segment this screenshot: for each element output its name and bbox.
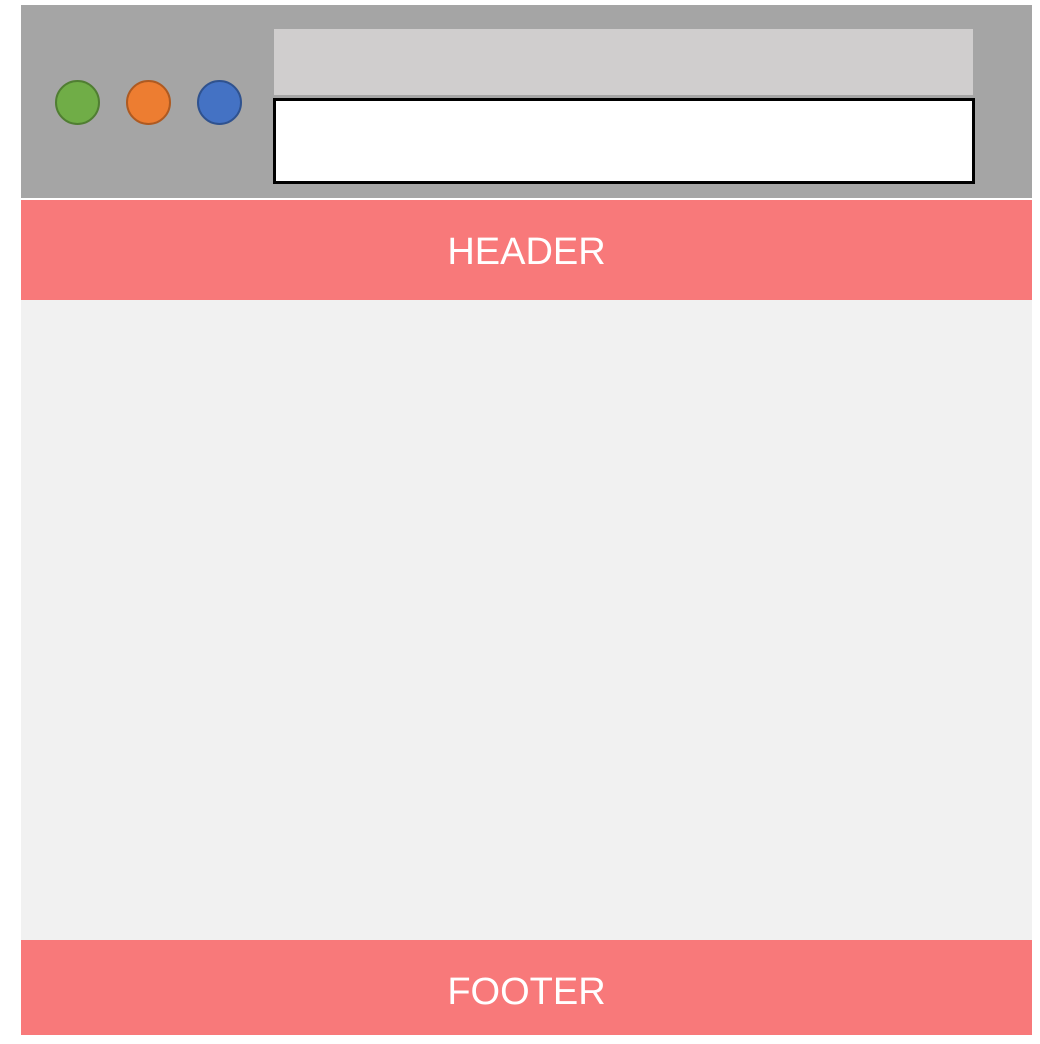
footer-label: FOOTER: [447, 971, 606, 1013]
orange-window-button[interactable]: [126, 80, 171, 125]
page-header: HEADER: [21, 200, 1032, 300]
address-bar[interactable]: [273, 98, 975, 184]
header-label: HEADER: [447, 231, 606, 273]
blue-window-button[interactable]: [197, 80, 242, 125]
main-content: [21, 300, 1032, 940]
tab-strip[interactable]: [274, 29, 973, 95]
browser-window: HEADER FOOTER: [21, 5, 1032, 1035]
title-bar: [21, 5, 1032, 198]
page-footer: FOOTER: [21, 940, 1032, 1035]
green-window-button[interactable]: [55, 80, 100, 125]
